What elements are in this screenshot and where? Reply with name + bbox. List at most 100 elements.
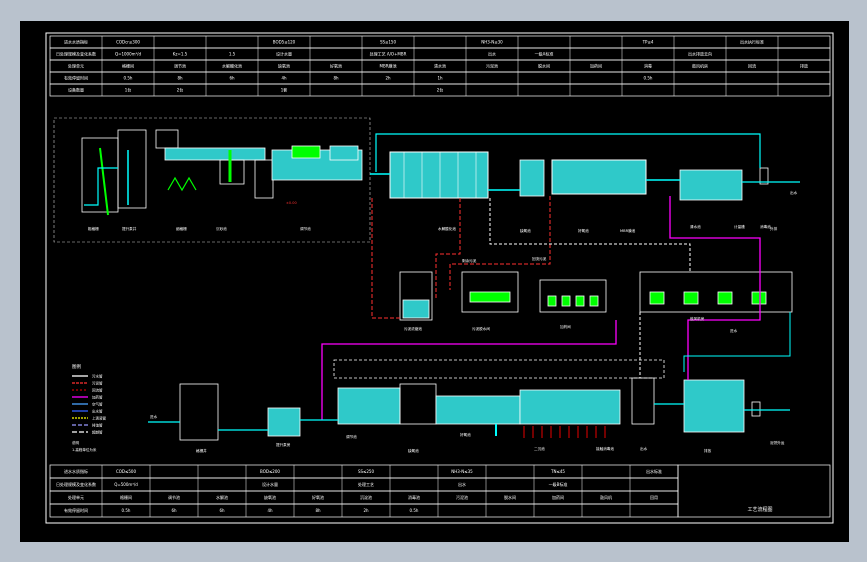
top-table-cell-text: 污泥池 [486, 63, 498, 69]
bottom-table-cell-text: 出水标准 [646, 468, 662, 474]
top-table-cell-text: 2台 [437, 87, 444, 93]
top-table-cell-text: 1台 [125, 87, 132, 93]
top-table-cell-text: 出水执行标准 [740, 39, 764, 45]
bottom-table-cell-text: 进水水质指标 [64, 468, 88, 474]
dosing-tank [575, 295, 585, 307]
upper-unit-label: 缺氧池 [520, 228, 531, 233]
upper-unit-label: 沉砂池 [216, 226, 227, 231]
top-table-cell-text: 加药间 [590, 63, 602, 69]
legend-title: 图例 [72, 363, 81, 370]
bottom-table-cell-text: SS≤250 [358, 469, 375, 474]
legend-note: 说明 [72, 440, 79, 445]
bottom-table-cell-text: 设计水量 [262, 481, 278, 487]
top-table-cell-text: Q=1000m³/d [115, 52, 142, 57]
lower-unit-label: 格栅井 [196, 448, 207, 453]
sludge-unit-label: 污泥脱水间 [472, 326, 490, 331]
upper-unit-label: 提升泵井 [122, 226, 137, 231]
legend-item: 排渣管 [92, 423, 103, 428]
bottom-table-cell-text: COD≤500 [116, 469, 136, 474]
bottom-table-cell-text: 缺氧池 [264, 494, 276, 500]
bottom-table-cell-text: 0.5h [122, 508, 131, 513]
top-table-cell-text: BOD5≤120 [273, 40, 296, 45]
legend-item: 污泥管 [92, 381, 103, 386]
blower [683, 291, 699, 305]
top-table-cell-text: 2h [385, 76, 391, 81]
upper-unit-label: 水解酸化池 [438, 226, 456, 231]
upper-unit-label: MBR膜池 [620, 228, 636, 233]
top-table-cell-text: 出水排放去向 [688, 51, 712, 57]
top-table-cell-text: 8h [177, 76, 183, 81]
top-table-cell-text: 消毒 [644, 63, 652, 69]
bottom-table-cell-text: TN≤45 [550, 469, 565, 474]
hydrolysis-tank [329, 145, 359, 161]
bottom-table-cell-text: NH3-N≤35 [451, 469, 473, 474]
top-table-cell-text: 0.5h [124, 76, 133, 81]
bottom-table-cell-text: 沉淀池 [360, 494, 372, 500]
lower-unit-label: 二沉池 [534, 446, 545, 451]
anoxic-aerobic-tank [389, 151, 489, 199]
bottom-table-cell-text: 加药间 [552, 494, 564, 500]
legend-item: 上清液管 [92, 416, 106, 421]
top-table-cell-text: 缺氧池 [278, 63, 290, 69]
top-table-cell-text: Kz=1.5 [173, 52, 188, 57]
lower-unit-label: 泥饼外运 [770, 440, 785, 445]
upper-unit-label: 细格栅 [176, 226, 187, 231]
process-flow-drawing: 进水水质指标 CODcr≤300 BOD5≤120 SS≤150 NH3-N≤30 TP≤… [20, 21, 849, 542]
lower-aerobic-tank [435, 395, 521, 425]
sludge-unit-label: 鼓风机房 [690, 316, 705, 321]
top-table-cell-text: CODcr≤300 [116, 40, 140, 45]
lower-settling-tank [519, 389, 621, 425]
top-table-cell-text: 1h [437, 76, 443, 81]
legend-item: 污水管 [92, 374, 103, 379]
bottom-table-cell-text: 出水 [458, 481, 466, 487]
blower [649, 291, 665, 305]
top-table-cell-text: 回流 [748, 63, 756, 69]
top-table-cell-text: 有效停留时间 [64, 75, 88, 81]
top-table-cell-text: 6h [229, 76, 235, 81]
upper-unit-label: 粗格栅 [88, 226, 99, 231]
sludge-unit-label: 进水 [730, 328, 738, 333]
top-table-cell-text: 1.5 [229, 52, 236, 57]
mbr-membrane-tank [551, 159, 647, 195]
legend-item: 出水管 [92, 409, 103, 414]
mbr-feed-tank [519, 159, 545, 197]
bottom-table-cell-text: Q=500m³/d [114, 482, 138, 487]
legend-item: 加药管 [92, 395, 103, 400]
legend-item: 超越管 [92, 430, 103, 435]
top-table-cell-text: 0.5h [644, 76, 653, 81]
elevation-tag: ±0.00 [286, 201, 297, 205]
blower [717, 291, 733, 305]
bottom-table-cell-text: 格栅间 [120, 494, 132, 500]
top-table-cell-text: 处理单元 [68, 63, 84, 69]
upper-unit-label: 好氧池 [578, 228, 589, 233]
top-table-cell-text: 4h [281, 76, 287, 81]
bottom-table-cell-text: 4h [267, 508, 273, 513]
thickener-sludge [402, 299, 430, 319]
top-table-cell-text: 脱水间 [538, 63, 550, 69]
sludge-unit-label: 污泥浓缩池 [404, 326, 422, 331]
bottom-table-cell-text: 处理工艺 [358, 481, 374, 487]
blower-unit [291, 145, 321, 159]
upper-unit-label: 调节池 [300, 226, 311, 231]
top-table-cell-text: 排放 [800, 63, 808, 69]
lower-unit-label: 好氧池 [460, 432, 471, 437]
top-table-cell-text: 出水 [488, 51, 496, 57]
lower-regulating-tank [337, 387, 401, 425]
bottom-table-cell-text: BOD≤200 [260, 469, 280, 474]
bottom-table-cell-text: 0.5h [410, 508, 419, 513]
bottom-table-cell-text: 6h [171, 508, 177, 513]
top-table-cell-text: 进水水质指标 [64, 39, 88, 45]
top-table-cell-text: 一级A标准 [535, 51, 554, 57]
bottom-table-cell-text: 日处理规模及变化系数 [56, 481, 96, 487]
drawing-sheet [20, 21, 849, 542]
upper-unit-label: 出水 [790, 190, 798, 195]
upper-unit-label: 外排 [770, 226, 778, 231]
sludge-unit-label: 回流污泥 [532, 256, 547, 261]
bottom-table-cell-text: 污泥池 [456, 494, 468, 500]
clear-water-tank [679, 169, 743, 201]
lower-unit-label: 调节池 [346, 434, 357, 439]
top-table-cell-text: 日处理规模及变化系数 [56, 51, 96, 57]
upper-unit-label: 清水池 [690, 224, 701, 229]
bottom-table-cell-text: 水解池 [216, 494, 228, 500]
top-table-cell-text: 设备数量 [68, 87, 84, 93]
